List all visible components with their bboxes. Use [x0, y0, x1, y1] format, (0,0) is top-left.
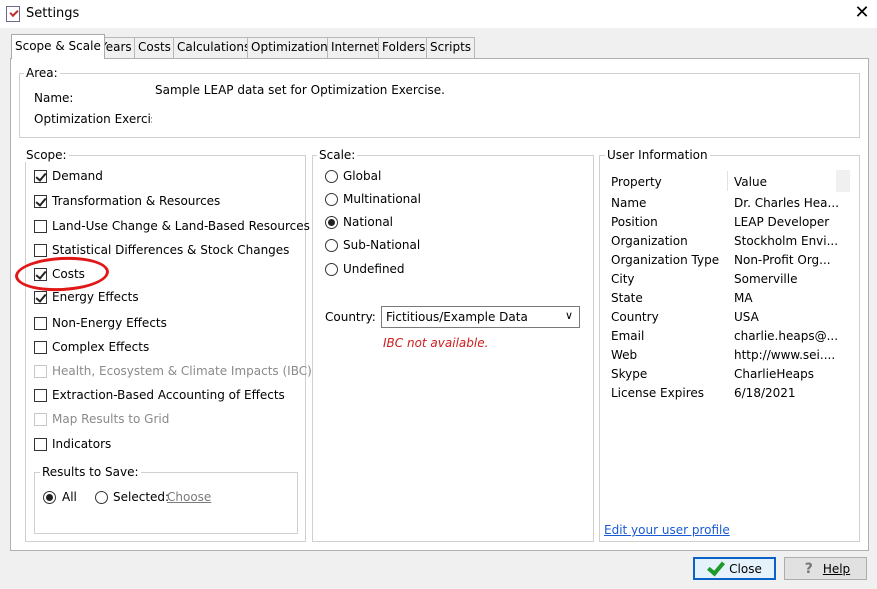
table-row-property: Country [611, 310, 659, 324]
app-icon [6, 6, 20, 22]
scale-legend: Scale: [317, 148, 358, 162]
table-row-value: Stockholm Envi... [734, 234, 839, 248]
map-results-label: Map Results to Grid [52, 412, 170, 426]
ibc-warning: IBC not available. [383, 336, 489, 350]
tab-scripts[interactable]: Scripts [426, 37, 476, 58]
health-ecosystem-checkbox [34, 365, 47, 378]
table-row-value: Dr. Charles Hea... [734, 196, 839, 210]
area-legend: Area: [24, 66, 60, 80]
country-select-value: Fictitious/Example Data [386, 310, 528, 324]
green-check-icon [707, 561, 723, 575]
results-selected-radio[interactable] [95, 491, 108, 504]
table-row-property: Skype [611, 367, 648, 381]
table-row-value: http://www.sei.... [734, 348, 836, 362]
table-row-property: Email [611, 329, 645, 343]
user-info-table: Property Value Name Dr. Charles Hea... P… [606, 170, 850, 516]
results-all-radio[interactable] [43, 491, 56, 504]
tab-internet[interactable]: Internet [327, 37, 383, 58]
results-selected-label: Selected: [113, 490, 170, 504]
extraction-accounting-checkbox[interactable] [34, 389, 47, 402]
scale-multinational-label: Multinational [343, 192, 421, 206]
table-row-value: Non-Profit Org... [734, 253, 831, 267]
scope-legend: Scope: [24, 148, 69, 162]
area-name-value: Optimization Exercise [34, 112, 165, 126]
country-label: Country: [325, 310, 376, 324]
table-row-property: Name [611, 196, 647, 210]
table-row-property: License Expires [611, 386, 704, 400]
scale-national-label: National [343, 215, 394, 229]
results-all-label: All [62, 490, 77, 504]
health-ecosystem-label: Health, Ecosystem & Climate Impacts (IBC… [52, 364, 312, 378]
property-column-header[interactable]: Property [611, 170, 662, 192]
scale-subnational-radio[interactable] [325, 239, 338, 252]
indicators-checkbox[interactable] [34, 438, 47, 451]
non-energy-effects-label: Non-Energy Effects [52, 316, 167, 330]
tab-optimization[interactable]: Optimization [247, 37, 332, 58]
tab-scope-scale[interactable]: Scope & Scale [11, 34, 105, 59]
scale-global-radio[interactable] [325, 170, 338, 183]
statistical-differences-checkbox[interactable] [34, 244, 47, 257]
land-use-checkbox[interactable] [34, 220, 47, 233]
choose-link[interactable]: Choose [167, 490, 211, 504]
indicators-label: Indicators [52, 437, 112, 451]
country-select[interactable]: Fictitious/Example Data ∨ [381, 306, 580, 328]
tab-folders[interactable]: Folders [378, 37, 430, 58]
scale-national-radio[interactable] [325, 216, 338, 229]
extraction-accounting-label: Extraction-Based Accounting of Effects [52, 388, 285, 402]
table-row-property: State [611, 291, 643, 305]
close-button[interactable]: Close [693, 557, 776, 580]
scale-undefined-radio[interactable] [325, 263, 338, 276]
results-to-save-legend: Results to Save: [40, 465, 141, 479]
scale-global-label: Global [343, 169, 382, 183]
close-button-label: Close [729, 562, 762, 576]
table-row-value: MA [734, 291, 753, 305]
scale-subnational-label: Sub-National [343, 238, 421, 252]
area-description-field[interactable]: Sample LEAP data set for Optimization Ex… [152, 80, 850, 128]
table-header-scroll-corner [836, 170, 850, 192]
demand-checkbox[interactable] [34, 170, 47, 183]
scale-multinational-radio[interactable] [325, 193, 338, 206]
area-description-text: Sample LEAP data set for Optimization Ex… [155, 83, 445, 97]
window-title: Settings [26, 6, 80, 21]
non-energy-effects-checkbox[interactable] [34, 317, 47, 330]
table-row-property: Organization [611, 234, 688, 248]
tab-calculations[interactable]: Calculations [173, 37, 255, 58]
complex-effects-label: Complex Effects [52, 340, 150, 354]
question-icon: ? [804, 561, 813, 577]
table-row-property: City [611, 272, 635, 286]
table-row-value: CharlieHeaps [734, 367, 814, 381]
land-use-label: Land-Use Change & Land-Based Resources [52, 219, 310, 233]
table-row-value: USA [734, 310, 759, 324]
area-name-label: Name: [34, 91, 74, 105]
table-row-value: LEAP Developer [734, 215, 830, 229]
chevron-down-icon: ∨ [564, 309, 573, 322]
energy-effects-label: Energy Effects [52, 290, 139, 304]
title-bar [0, 0, 877, 28]
edit-user-profile-link[interactable]: Edit your user profile [604, 523, 730, 537]
table-row-property: Web [611, 348, 638, 362]
help-button[interactable]: ? Help [784, 557, 867, 580]
help-button-label: Help [822, 562, 851, 576]
complex-effects-checkbox[interactable] [34, 341, 47, 354]
transformation-resources-checkbox[interactable] [34, 195, 47, 208]
tab-costs[interactable]: Costs [134, 37, 175, 58]
table-row-property: Position [611, 215, 658, 229]
value-column-header[interactable]: Value [734, 170, 767, 192]
window-close-icon[interactable]: ✕ [852, 3, 872, 23]
energy-effects-checkbox[interactable] [34, 291, 47, 304]
table-row-value: Somerville [734, 272, 798, 286]
scale-undefined-label: Undefined [343, 262, 405, 276]
demand-label: Demand [52, 169, 103, 183]
column-divider[interactable] [727, 171, 728, 191]
transformation-resources-label: Transformation & Resources [52, 194, 221, 208]
statistical-differences-label: Statistical Differences & Stock Changes [52, 243, 290, 257]
table-row-value: charlie.heaps@... [734, 329, 839, 343]
map-results-checkbox [34, 413, 47, 426]
user-info-legend: User Information [605, 148, 710, 162]
table-row-value: 6/18/2021 [734, 386, 796, 400]
table-row-property: Organization Type [611, 253, 720, 267]
